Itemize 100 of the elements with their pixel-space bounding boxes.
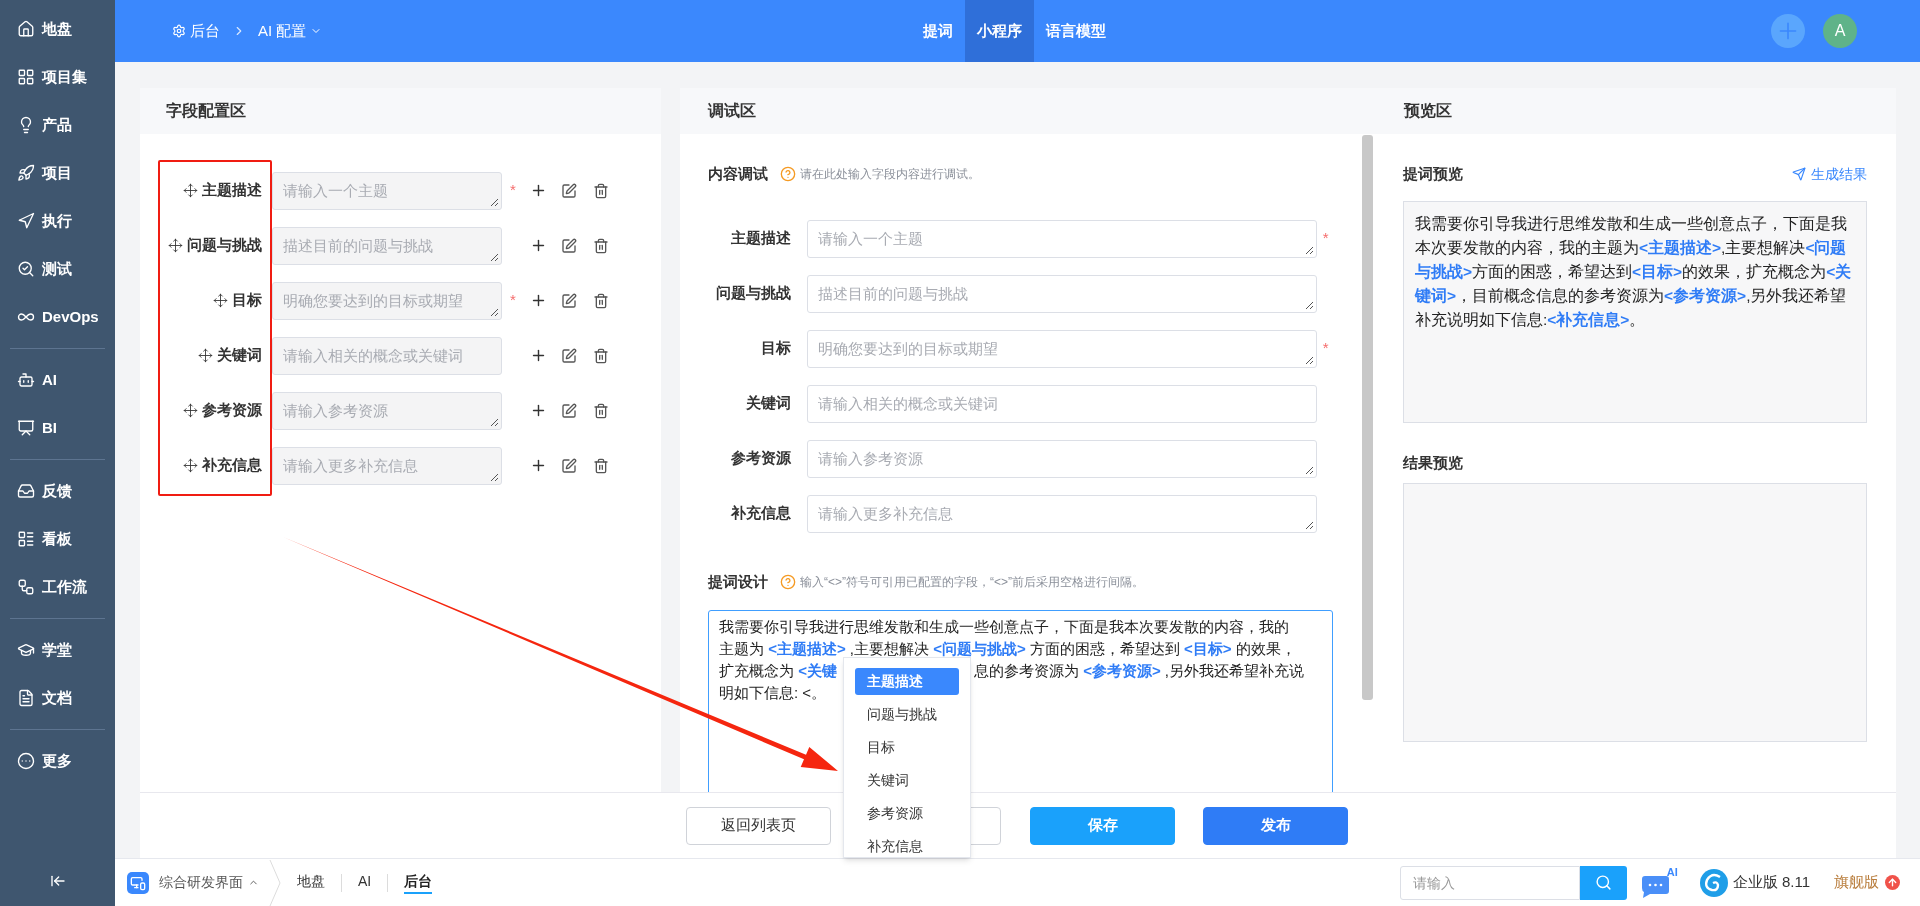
suggestion-item[interactable]: 参考资源 <box>855 800 959 827</box>
sidebar-item[interactable]: BI <box>0 404 115 452</box>
resize-handle-icon[interactable] <box>1305 300 1315 310</box>
sidebar-item[interactable]: 看板 <box>0 515 115 563</box>
nav-tab[interactable]: 小程序 <box>965 0 1034 62</box>
resize-handle-icon[interactable] <box>490 197 499 207</box>
bottom-crumb[interactable]: 后台 <box>404 871 433 894</box>
required-mark: * <box>510 290 516 311</box>
sidebar-item[interactable]: 项目集 <box>0 53 115 101</box>
send-icon <box>1792 167 1806 181</box>
trash-icon <box>593 347 609 364</box>
search-icon <box>1594 874 1612 891</box>
suggestion-item[interactable]: 问题与挑战 <box>855 701 959 728</box>
search-field[interactable]: 请输入 <box>1399 865 1580 900</box>
more-icon <box>17 752 35 770</box>
trash-icon <box>593 292 609 309</box>
inbox-icon <box>17 482 35 500</box>
home-icon <box>17 20 35 38</box>
sidebar-item[interactable]: 测试 <box>0 245 115 293</box>
editor-text: 息的参考资源为 <参考资源> ,另外我还希望补充说 <box>974 661 1305 681</box>
text-area[interactable]: 请输入更多补充信息 <box>272 446 502 485</box>
arrow-icon <box>17 212 35 230</box>
resize-handle-icon[interactable] <box>490 472 499 482</box>
editor-text: 我需要你引导我进行思维发散和生成一些创意点子，下面是我本次要发散的内容，我的 <box>719 617 1289 637</box>
required-mark: * <box>1322 338 1329 359</box>
text-area[interactable]: 请输入更多补充信息 <box>807 494 1318 533</box>
sidebar-item[interactable]: 执行 <box>0 197 115 245</box>
text-area[interactable]: 请输入相关的概念或关键词 <box>272 336 502 375</box>
panel-title: 字段配置区 <box>166 101 246 121</box>
rocket-icon <box>17 164 35 182</box>
required-mark: * <box>1322 228 1329 249</box>
resize-handle-icon[interactable] <box>490 307 499 317</box>
edition-link[interactable]: 旗舰版 <box>1834 871 1900 894</box>
drag-handle-icon[interactable] <box>168 238 183 253</box>
edit-icon <box>561 237 577 254</box>
sidebar-item[interactable]: 更多 <box>0 737 115 785</box>
sidebar-item[interactable]: 项目 <box>0 149 115 197</box>
bottom-crumb[interactable]: AI <box>358 871 372 894</box>
trash-icon <box>593 182 609 199</box>
resize-handle-icon[interactable] <box>1305 245 1315 255</box>
back-button[interactable]: 返回列表页 <box>686 806 831 845</box>
resize-handle-icon[interactable] <box>490 252 499 262</box>
text-area[interactable]: 明确您要达到的目标或期望 <box>807 329 1318 368</box>
generate-result-link[interactable]: 生成结果 <box>1792 163 1867 185</box>
version-label: 企业版 8.11 <box>1732 872 1810 893</box>
text-area[interactable]: 明确您要达到的目标或期望 <box>272 281 502 320</box>
edit-icon <box>561 347 577 364</box>
ai-label: AI <box>1666 864 1678 880</box>
text-area[interactable]: 请输入相关的概念或关键词 <box>807 384 1318 423</box>
required-mark: * <box>510 180 516 201</box>
resize-handle-icon[interactable] <box>1305 465 1315 475</box>
field-label: 补充信息 <box>731 503 792 524</box>
list-icon <box>17 530 35 548</box>
trash-icon <box>593 237 609 254</box>
drag-handle-icon[interactable] <box>183 183 198 198</box>
sidebar-item[interactable]: 学堂 <box>0 626 115 674</box>
resize-handle-icon[interactable] <box>490 417 499 427</box>
scrollbar-thumb[interactable] <box>1362 135 1373 700</box>
sidebar-item[interactable]: 文档 <box>0 674 115 722</box>
text-area[interactable]: 描述目前的问题与挑战 <box>272 226 502 265</box>
workspace-switcher[interactable]: 综合研发界面 <box>159 872 259 893</box>
section-title: 结果预览 <box>1403 452 1463 473</box>
text-area[interactable]: 请输入参考资源 <box>807 439 1318 478</box>
field-label: 关键词 <box>746 393 792 414</box>
sidebar-item[interactable]: DevOps <box>0 293 115 341</box>
hint-text: 输入“<>”符号可引用已配置的字段，“<>”前后采用空格进行间隔。 <box>800 574 1144 591</box>
suggestion-item[interactable]: 关键词 <box>855 767 959 794</box>
editor-text: 主题为 <主题描述> ,主要想解决 <问题与挑战> 方面的困惑，希望达到 <目标> 的效果， <box>719 639 1296 659</box>
help-icon <box>780 166 796 182</box>
field-label: 主题描述 <box>202 180 262 201</box>
resize-handle-icon[interactable] <box>1305 355 1315 365</box>
sidebar-item[interactable]: AI <box>0 356 115 404</box>
resize-handle-icon[interactable] <box>1305 520 1315 530</box>
publish-button[interactable]: 发布 <box>1203 806 1348 845</box>
section-title: 提词预览 <box>1403 163 1463 184</box>
drag-handle-icon[interactable] <box>183 403 198 418</box>
field-label: 问题与挑战 <box>187 235 262 256</box>
product-logo <box>1699 868 1728 897</box>
search-button[interactable] <box>1579 865 1627 900</box>
separator-chevron <box>269 859 281 906</box>
field-label: 目标 <box>761 338 792 359</box>
sidebar-item[interactable]: 反馈 <box>0 467 115 515</box>
upgrade-icon <box>1885 875 1900 890</box>
text-area[interactable]: 描述目前的问题与挑战 <box>807 274 1318 313</box>
workflow-icon <box>17 578 35 596</box>
suggestion-item[interactable]: 目标 <box>855 734 959 761</box>
drag-handle-icon[interactable] <box>213 293 228 308</box>
drag-handle-icon[interactable] <box>183 458 198 473</box>
sidebar-item[interactable]: 地盘 <box>0 5 115 53</box>
text-area[interactable]: 请输入一个主题 <box>272 171 502 210</box>
graduation-cap-icon <box>17 641 35 659</box>
sidebar-item[interactable]: 工作流 <box>0 563 115 611</box>
text-area[interactable]: 请输入一个主题 <box>807 219 1318 258</box>
suggestion-item[interactable]: 补充信息 <box>855 833 959 857</box>
text-area[interactable]: 请输入参考资源 <box>272 391 502 430</box>
section-title: 提词设计 <box>708 571 768 592</box>
sidebar-item[interactable]: 产品 <box>0 101 115 149</box>
edit-icon <box>561 402 577 419</box>
bottom-crumb[interactable]: 地盘 <box>297 871 325 894</box>
drag-handle-icon[interactable] <box>198 348 213 363</box>
